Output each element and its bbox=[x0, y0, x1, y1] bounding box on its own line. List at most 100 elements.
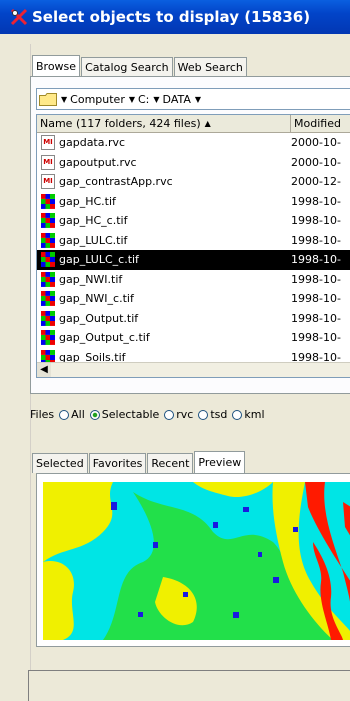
bottom-tabs: Selected Favorites Recent Preview bbox=[32, 450, 246, 474]
file-row[interactable]: gap_LULC.tif 1998-10- bbox=[37, 231, 350, 251]
file-filter-options: All Selectable rvc tsd kml bbox=[59, 408, 265, 421]
column-name[interactable]: Name (117 folders, 424 files) ▲ bbox=[37, 115, 291, 132]
tab-preview[interactable]: Preview bbox=[194, 451, 246, 474]
scroll-left-button[interactable]: ◀ bbox=[37, 363, 51, 377]
crumb-c-drive[interactable]: ▼ C: bbox=[129, 93, 150, 106]
file-modified-date: 1998-10- bbox=[291, 331, 341, 345]
file-name-cell: gap_NWI_c.tif bbox=[37, 291, 287, 307]
radio-button[interactable] bbox=[164, 409, 175, 420]
path-bar[interactable]: ▼ Computer ▼ C: ▼ DATA ▼ bbox=[36, 88, 350, 110]
radio-button[interactable] bbox=[198, 409, 209, 420]
tif-file-icon bbox=[41, 310, 55, 326]
file-modified-date: 2000-10- bbox=[291, 155, 341, 169]
map-blue-patch bbox=[153, 542, 158, 548]
column-modified-label: Modified bbox=[294, 117, 341, 130]
file-name-cell: gap_LULC.tif bbox=[37, 232, 287, 248]
map-region-yellow bbox=[43, 561, 74, 640]
preview-panel bbox=[36, 473, 350, 647]
column-name-label: Name (117 folders, 424 files) bbox=[40, 117, 201, 130]
crumb-data[interactable]: ▼ DATA bbox=[153, 93, 191, 106]
radio-label: rvc bbox=[176, 408, 194, 421]
file-filter-label: Files bbox=[30, 408, 55, 421]
filter-option-rvc[interactable]: rvc bbox=[164, 408, 193, 421]
file-name-cell: gap_HC.tif bbox=[37, 193, 287, 209]
filter-option-selectable[interactable]: Selectable bbox=[89, 408, 160, 421]
preview-map-image bbox=[43, 482, 350, 640]
window-title: Select objects to display (15836) bbox=[32, 8, 311, 26]
file-modified-date: 1998-10- bbox=[291, 292, 341, 306]
file-name: gapoutput.rvc bbox=[59, 155, 137, 169]
file-name: gap_LULC.tif bbox=[59, 233, 128, 247]
file-row[interactable]: gap_LULC_c.tif 1998-10- bbox=[37, 250, 350, 270]
column-modified[interactable]: Modified bbox=[291, 115, 350, 132]
file-modified-date: 1998-10- bbox=[291, 214, 341, 228]
app-icon bbox=[10, 8, 28, 26]
file-row[interactable]: gap_NWI_c.tif 1998-10- bbox=[37, 289, 350, 309]
file-row[interactable]: gap_Output.tif 1998-10- bbox=[37, 309, 350, 329]
file-row[interactable]: MI gapoutput.rvc 2000-10- bbox=[37, 153, 350, 173]
file-row[interactable]: gap_HC_c.tif 1998-10- bbox=[37, 211, 350, 231]
file-name-cell: gap_NWI.tif bbox=[37, 271, 287, 287]
tif-file-icon bbox=[41, 271, 55, 287]
file-name: gap_HC_c.tif bbox=[59, 214, 128, 228]
crumb-label: Computer bbox=[70, 92, 125, 106]
file-name-cell: gap_HC_c.tif bbox=[37, 213, 287, 229]
file-modified-date: 1998-10- bbox=[291, 233, 341, 247]
tif-file-icon bbox=[41, 291, 55, 307]
map-blue-patch bbox=[243, 507, 249, 512]
map-blue-patch bbox=[293, 527, 298, 532]
file-name: gap_Output_c.tif bbox=[59, 331, 150, 345]
list-header: Name (117 folders, 424 files) ▲ Modified bbox=[37, 115, 350, 133]
filter-option-tsd[interactable]: tsd bbox=[198, 408, 227, 421]
radio-label: tsd bbox=[210, 408, 228, 421]
map-blue-patch bbox=[138, 612, 143, 617]
radio-button[interactable] bbox=[232, 409, 243, 420]
file-row[interactable]: gap_HC.tif 1998-10- bbox=[37, 192, 350, 212]
tab-web-search[interactable]: Web Search bbox=[173, 57, 247, 77]
file-row[interactable]: gap_Output_c.tif 1998-10- bbox=[37, 328, 350, 348]
radio-button[interactable] bbox=[59, 409, 70, 420]
file-name: gap_NWI.tif bbox=[59, 272, 123, 286]
crumb-label: C: bbox=[138, 92, 150, 106]
tab-selected[interactable]: Selected bbox=[32, 453, 88, 473]
sort-ascending-icon: ▲ bbox=[204, 119, 211, 128]
radio-label: Selectable bbox=[101, 408, 160, 421]
file-modified-date: 1998-10- bbox=[291, 272, 341, 286]
filter-option-kml[interactable]: kml bbox=[232, 408, 265, 421]
tif-file-icon bbox=[41, 330, 55, 346]
tab-catalog-search[interactable]: Catalog Search bbox=[81, 57, 173, 77]
file-modified-date: 2000-12- bbox=[291, 175, 341, 189]
tif-file-icon bbox=[41, 232, 55, 248]
top-tabs: Browse Catalog Search Web Search bbox=[32, 54, 248, 78]
map-blue-patch bbox=[111, 502, 117, 510]
map-blue-patch bbox=[273, 577, 279, 583]
file-filter: Files All Selectable rvc tsd kml bbox=[30, 408, 265, 421]
map-blue-patch bbox=[183, 592, 188, 597]
file-row[interactable]: MI gap_contrastApp.rvc 2000-12- bbox=[37, 172, 350, 192]
filter-option-all[interactable]: All bbox=[59, 408, 85, 421]
tab-favorites[interactable]: Favorites bbox=[88, 453, 147, 473]
radio-label: All bbox=[71, 408, 85, 421]
folder-icon bbox=[39, 92, 57, 106]
map-blue-patch bbox=[213, 522, 218, 528]
file-name: gap_NWI_c.tif bbox=[59, 292, 134, 306]
file-rows: MI gapdata.rvc 2000-10- MI gapoutput.rvc 2000… bbox=[37, 133, 350, 367]
file-name-cell: MI gapoutput.rvc bbox=[37, 154, 287, 170]
tab-recent[interactable]: Recent bbox=[147, 453, 194, 473]
rvc-file-icon: MI bbox=[41, 154, 55, 170]
radio-label: kml bbox=[244, 408, 265, 421]
tif-file-icon bbox=[41, 252, 55, 268]
horizontal-scrollbar[interactable]: ◀ bbox=[37, 362, 350, 377]
file-row[interactable]: MI gapdata.rvc 2000-10- bbox=[37, 133, 350, 153]
status-area bbox=[28, 670, 350, 701]
file-name: gap_HC.tif bbox=[59, 194, 116, 208]
tab-browse[interactable]: Browse bbox=[32, 55, 81, 78]
chevron-down-icon: ▼ bbox=[153, 94, 160, 104]
file-row[interactable]: gap_NWI.tif 1998-10- bbox=[37, 270, 350, 290]
file-name-cell: MI gap_contrastApp.rvc bbox=[37, 174, 287, 190]
file-name-cell: gap_LULC_c.tif bbox=[37, 252, 287, 268]
chevron-down-icon[interactable]: ▼ bbox=[195, 95, 201, 104]
radio-button[interactable] bbox=[89, 409, 100, 420]
chevron-down-icon: ▼ bbox=[128, 94, 135, 104]
crumb-computer[interactable]: ▼ Computer bbox=[61, 93, 125, 106]
